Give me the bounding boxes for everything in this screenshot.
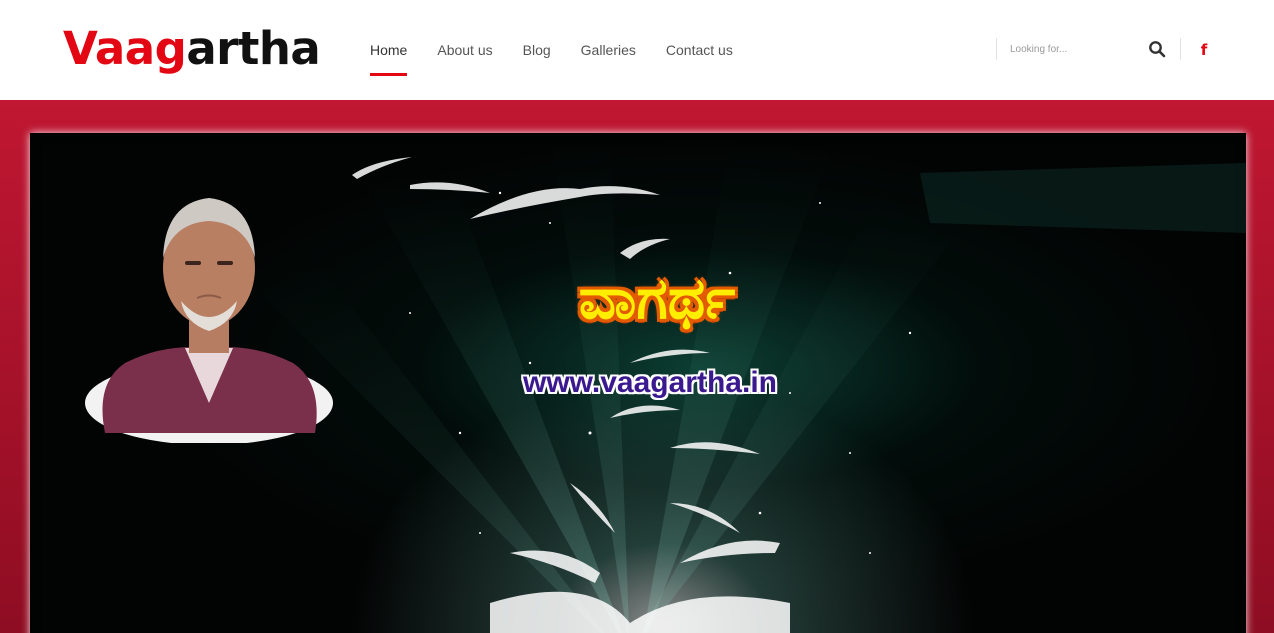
banner-site-url: www.vaagartha.in bbox=[523, 366, 777, 399]
author-portrait bbox=[85, 198, 333, 443]
site-header: Vaagartha Home About us Blog Galleries C… bbox=[0, 0, 1274, 100]
nav-item-galleries[interactable]: Galleries bbox=[581, 0, 636, 100]
social-divider bbox=[1180, 38, 1181, 60]
logo-text-red: Vaag bbox=[63, 22, 187, 75]
nav-item-contact-us[interactable]: Contact us bbox=[666, 0, 733, 100]
banner-kannada-title: ವಾಗರ್ಥ bbox=[578, 264, 736, 332]
search-input[interactable] bbox=[1010, 38, 1140, 60]
nav-item-home[interactable]: Home bbox=[370, 0, 408, 100]
nav-item-about-us[interactable]: About us bbox=[437, 0, 492, 100]
search-icon[interactable] bbox=[1148, 40, 1166, 58]
facebook-icon[interactable]: f bbox=[1197, 40, 1211, 60]
nav-item-blog[interactable]: Blog bbox=[523, 0, 551, 100]
main-nav: Home About us Blog Galleries Contact us bbox=[370, 0, 763, 100]
banner-artwork: ವಾಗರ್ಥ www.vaagartha.in bbox=[30, 133, 1246, 633]
logo-text-dark: artha bbox=[186, 22, 321, 75]
site-logo[interactable]: Vaagartha bbox=[63, 22, 321, 75]
hero-banner: ವಾಗರ್ಥ www.vaagartha.in bbox=[0, 100, 1274, 633]
search-divider bbox=[996, 38, 997, 60]
